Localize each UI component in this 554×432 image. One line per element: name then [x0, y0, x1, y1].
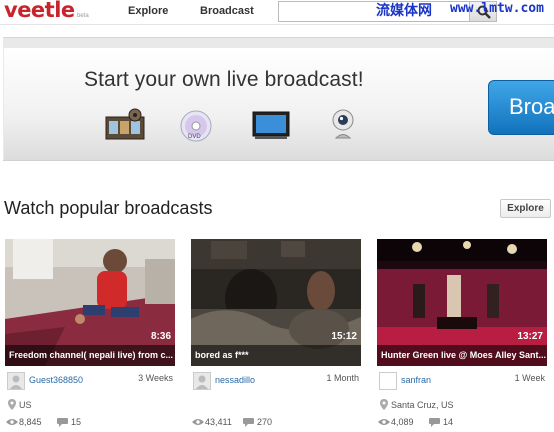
explore-button[interactable]: Explore [500, 199, 551, 218]
broadcast-title-2[interactable]: bored as f*** [191, 345, 361, 366]
nav-broadcast-link[interactable]: Broadcast [200, 5, 254, 17]
username-link-1[interactable]: Guest368850 [29, 375, 83, 385]
broadcast-card-2[interactable]: 15:12 bored as f*** nessadillo 1 Month 4… [191, 239, 361, 432]
comment-count-3: 14 [443, 417, 454, 427]
duration-label-3: 13:27 [517, 331, 543, 342]
broadcast-thumbnail-2[interactable]: 15:12 bored as f*** [191, 239, 361, 366]
broadcast-thumbnail-3[interactable]: 13:27 Hunter Green live @ Moes Alley San… [377, 239, 547, 366]
duration-label-2: 15:12 [331, 331, 357, 342]
watermark-chinese: 流媒体网 [376, 3, 432, 19]
nav-explore-link[interactable]: Explore [128, 5, 168, 17]
user-silhouette-icon [10, 375, 22, 389]
broadcast-cta-button[interactable]: Broa [488, 80, 554, 135]
comment-bubble-icon [429, 418, 440, 427]
film-reel-icon [105, 108, 145, 140]
duration-label-1: 8:36 [150, 331, 171, 342]
broadcast-age-3: 1 Week [514, 373, 545, 383]
broadcast-title-1[interactable]: Freedom channel( nepali live) from c... [5, 345, 175, 366]
search-input[interactable] [278, 1, 470, 22]
broadcast-card-1[interactable]: 8:36 Freedom channel( nepali live) from … [5, 239, 175, 432]
broadcast-banner [4, 48, 554, 160]
banner-title: Start your own live broadcast! [84, 68, 364, 91]
svg-text:DVD: DVD [188, 134, 201, 140]
comment-bubble-icon [57, 418, 68, 427]
view-count-2: 43,411 [205, 417, 232, 427]
veetle-logo[interactable]: veetle [4, 0, 75, 22]
dvd-disc-icon: DVD [180, 110, 212, 142]
user-silhouette-icon [196, 375, 208, 389]
username-link-3[interactable]: sanfran [401, 375, 431, 385]
beta-tag: beta [77, 13, 89, 19]
broadcast-age-2: 1 Month [326, 373, 359, 383]
avatar[interactable] [7, 372, 25, 390]
broadcast-location-3: Santa Cruz, US [391, 400, 454, 410]
views-eye-icon [6, 419, 18, 425]
comment-count-1: 15 [71, 417, 82, 427]
location-pin-icon [380, 399, 388, 410]
broadcast-location-1: US [19, 400, 32, 410]
views-eye-icon [378, 419, 390, 425]
comment-bubble-icon [243, 418, 254, 427]
avatar[interactable] [193, 372, 211, 390]
broadcast-age-1: 3 Weeks [138, 373, 173, 383]
popular-broadcasts-heading: Watch popular broadcasts [4, 198, 213, 218]
webcam-icon [332, 109, 354, 139]
location-pin-icon [8, 399, 16, 410]
avatar[interactable] [379, 372, 397, 390]
comment-count-2: 270 [257, 417, 273, 427]
username-link-2[interactable]: nessadillo [215, 375, 255, 385]
monitor-icon [252, 111, 290, 139]
top-bar: veetle beta Explore Broadcast 流媒体网 www.l… [0, 0, 554, 25]
broadcast-thumbnail-1[interactable]: 8:36 Freedom channel( nepali live) from … [5, 239, 175, 366]
watermark-url: www.lmtw.com [450, 1, 544, 16]
views-eye-icon [192, 419, 204, 425]
view-count-3: 4,089 [391, 417, 414, 427]
view-count-1: 8,845 [19, 417, 42, 427]
broadcast-title-3[interactable]: Hunter Green live @ Moes Alley Sant... [377, 345, 547, 366]
broadcast-card-3[interactable]: 13:27 Hunter Green live @ Moes Alley San… [377, 239, 547, 432]
cta-label: Broa [509, 94, 554, 119]
